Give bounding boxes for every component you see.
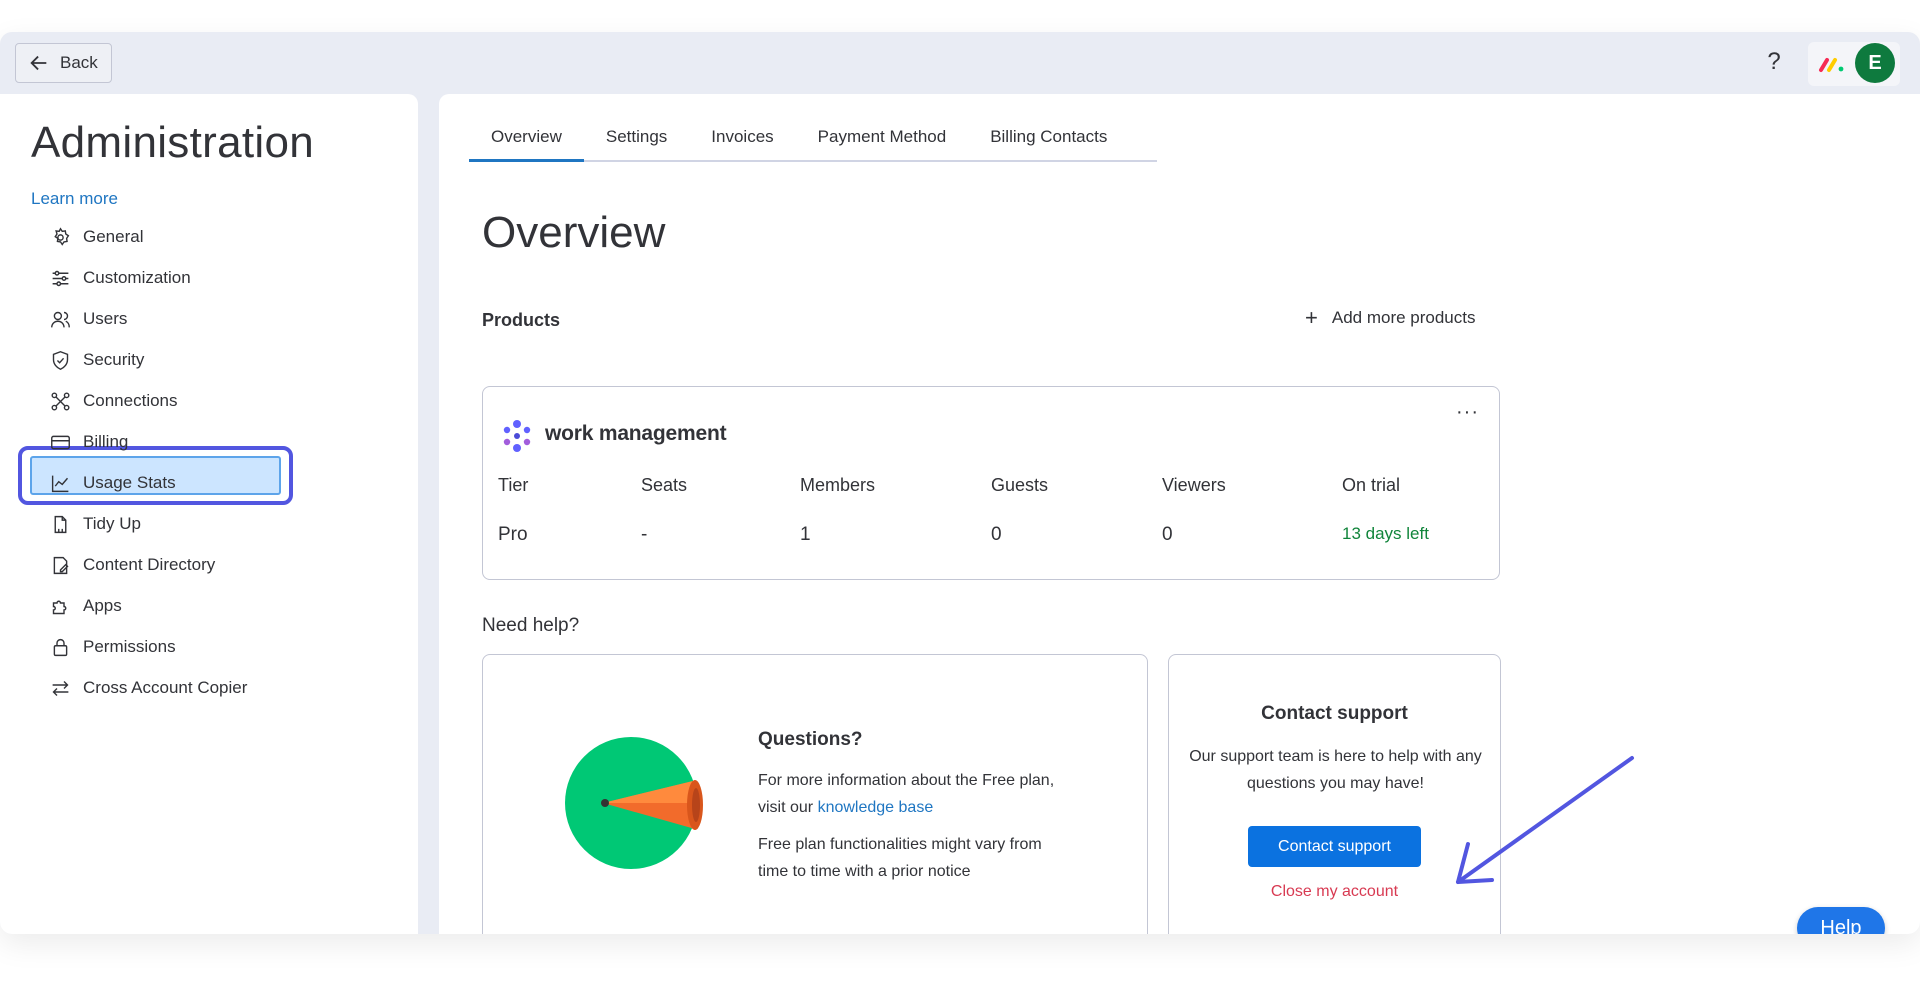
sidebar-item-label: Security: [83, 350, 145, 369]
tab-bar: Overview Settings Invoices Payment Metho…: [469, 120, 1157, 162]
sidebar-item-cross-account-copier[interactable]: Cross Account Copier: [50, 671, 247, 705]
questions-card: Questions? For more information about th…: [482, 654, 1148, 934]
sidebar-item-users[interactable]: Users: [50, 302, 127, 336]
column-header-on-trial: On trial: [1342, 475, 1401, 495]
help-question-icon[interactable]: ?: [1760, 48, 1788, 76]
credit-card-icon: [51, 435, 70, 449]
sidebar-title: Administration: [31, 118, 314, 167]
add-products-label: Add more products: [1331, 308, 1476, 327]
sidebar-item-label: General: [83, 227, 144, 246]
members-value: 1: [800, 524, 811, 545]
puzzle-icon: [52, 600, 67, 614]
need-help-heading: Need help?: [482, 615, 580, 636]
lock-icon: [53, 638, 68, 656]
document-icon: [53, 556, 69, 574]
column-header-members: Members: [800, 475, 876, 495]
sidebar: Administration Learn more General Custom…: [0, 94, 418, 934]
connections-icon: [51, 391, 70, 411]
gear-icon: [54, 226, 70, 246]
sidebar-item-billing[interactable]: Billing: [50, 425, 128, 459]
megaphone-illustration-icon: [565, 737, 703, 869]
product-name: work management: [545, 422, 727, 445]
sliders-icon: [52, 270, 69, 286]
column-header-seats: Seats: [641, 475, 688, 495]
guests-value: 0: [991, 524, 1002, 545]
learn-more-link[interactable]: Learn more: [31, 189, 118, 209]
trial-days-value: 13 days left: [1342, 524, 1429, 543]
sidebar-item-connections[interactable]: Connections: [50, 384, 178, 418]
knowledge-base-link[interactable]: knowledge base: [818, 799, 934, 816]
sidebar-item-tidy-up[interactable]: Tidy Up: [50, 507, 141, 541]
contact-support-button[interactable]: Contact support: [1248, 826, 1421, 867]
arrows-swap-icon: [52, 680, 69, 696]
questions-text: For more information about the Free plan…: [758, 767, 1058, 821]
sidebar-item-customization[interactable]: Customization: [50, 261, 191, 295]
users-icon: [51, 311, 70, 327]
page-title: Overview: [482, 208, 666, 257]
shield-icon: [52, 350, 69, 370]
products-heading: Products: [482, 310, 561, 330]
sidebar-item-permissions[interactable]: Permissions: [50, 630, 176, 664]
product-card: work management ··· Tier Seats Members G…: [482, 386, 1500, 580]
plus-icon: +: [1305, 305, 1318, 330]
main-content: Overview Settings Invoices Payment Metho…: [439, 94, 1920, 934]
sidebar-item-label: Apps: [83, 596, 122, 615]
more-options-icon[interactable]: ···: [1456, 401, 1479, 424]
sidebar-item-label: Billing: [83, 432, 129, 451]
sidebar-item-content-directory[interactable]: Content Directory: [50, 548, 215, 582]
arrow-left-icon: [30, 55, 47, 71]
seats-value: -: [641, 524, 648, 545]
sidebar-item-label: Usage Stats: [83, 473, 176, 492]
column-header-guests: Guests: [991, 475, 1049, 495]
tab-invoices[interactable]: Invoices: [689, 120, 795, 160]
sidebar-item-label: Content Directory: [83, 555, 216, 574]
sidebar-item-label: Permissions: [83, 637, 176, 656]
sidebar-item-label: Connections: [83, 391, 178, 410]
close-account-link[interactable]: Close my account: [1169, 883, 1500, 901]
sidebar-item-general[interactable]: General: [50, 220, 143, 254]
column-header-tier: Tier: [498, 475, 529, 495]
questions-title: Questions?: [758, 729, 863, 750]
sidebar-item-security[interactable]: Security: [50, 343, 144, 377]
sidebar-item-label: Customization: [83, 268, 191, 287]
tab-settings[interactable]: Settings: [584, 120, 689, 160]
contact-support-title: Contact support: [1261, 703, 1408, 724]
top-bar: Back ? E: [0, 32, 1920, 94]
viewers-value: 0: [1162, 524, 1173, 545]
back-button[interactable]: Back: [15, 43, 112, 83]
avatar[interactable]: E: [1855, 43, 1895, 83]
add-products-button[interactable]: + Add more products: [1305, 305, 1476, 330]
broom-icon: [54, 515, 67, 533]
column-header-viewers: Viewers: [1162, 475, 1226, 495]
sidebar-item-label: Users: [83, 309, 128, 328]
tab-payment-method[interactable]: Payment Method: [796, 120, 969, 160]
tab-billing-contacts[interactable]: Billing Contacts: [968, 120, 1129, 160]
app-window: Back ? E Administration Learn more Gener…: [0, 32, 1920, 934]
sidebar-item-label: Cross Account Copier: [83, 678, 248, 697]
contact-support-card: Contact support Our support team is here…: [1168, 654, 1501, 934]
monday-logo-icon: [1819, 58, 1844, 72]
back-label: Back: [60, 53, 98, 72]
questions-note: Free plan functionalities might vary fro…: [758, 836, 1042, 880]
chart-icon: [51, 475, 69, 492]
tab-overview[interactable]: Overview: [469, 120, 584, 162]
work-management-logo-icon: [503, 420, 531, 452]
sidebar-item-label: Tidy Up: [83, 514, 141, 533]
contact-support-text: Our support team is here to help with an…: [1189, 748, 1482, 792]
sidebar-item-usage-stats[interactable]: Usage Stats: [50, 466, 176, 500]
tier-value: Pro: [498, 524, 528, 545]
sidebar-item-apps[interactable]: Apps: [50, 589, 122, 623]
help-floating-button[interactable]: Help: [1797, 907, 1885, 934]
